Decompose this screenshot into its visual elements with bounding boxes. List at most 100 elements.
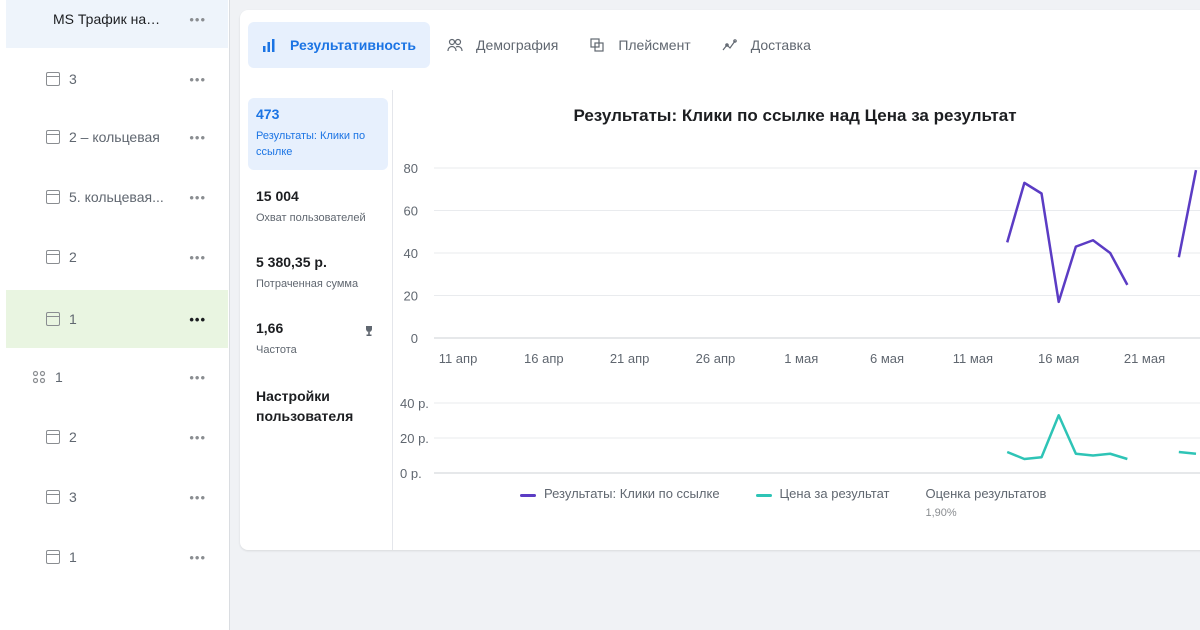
metric-name: Потраченная сумма [256,278,359,290]
y-tick-label: 60 [404,204,418,219]
sidebar-item-label: 2 [69,429,77,445]
people-icon [446,37,464,53]
sidebar: MS Трафик на к... ••• 3 ••• 2 – кольцевая •… [0,0,230,630]
ad-icon [46,312,60,326]
y-tick-label: 0 р. [400,466,422,480]
sidebar-ad[interactable]: 1 ••• [6,290,228,348]
more-icon[interactable]: ••• [189,430,206,445]
more-icon[interactable]: ••• [189,550,206,565]
ad-icon [46,490,60,504]
series-line-cost [1178,450,1197,455]
ad-icon [46,72,60,86]
x-tick-label: 11 мая [953,351,993,366]
metric-value: 473 [256,106,280,122]
series-line-results [1006,181,1129,304]
more-icon[interactable]: ••• [189,190,206,205]
series-line-results [1177,169,1198,258]
ad-icon [46,550,60,564]
y-tick-label: 20 [404,289,418,304]
more-icon[interactable]: ••• [189,72,206,87]
x-tick-label: 21 апр [610,351,650,366]
metric-value: 15 004 [256,188,299,204]
adset-icon [32,370,46,384]
more-icon[interactable]: ••• [189,130,206,145]
ad-icon [46,190,60,204]
bar-chart-icon [260,37,278,53]
ad-icon [46,430,60,444]
more-icon[interactable]: ••• [189,312,206,327]
x-tick-label: 1 мая [784,351,818,366]
tab-delivery[interactable]: Доставка [709,22,825,68]
legend-label: Результаты: Клики по ссылке [544,486,720,501]
metric-value: 5 380,35 р. [256,254,327,270]
sidebar-ad[interactable]: 3 ••• [6,468,228,526]
y-tick-label: 0 [411,331,418,346]
sidebar-item-label: 1 [69,549,77,565]
trophy-icon [364,324,374,342]
x-tick-label: 26 апр [696,351,736,366]
insights-panel: Результативность Демография Плейсмент До… [240,10,1200,550]
ad-icon [46,130,60,144]
sidebar-item-label: 2 [69,249,77,265]
tab-placement[interactable]: Плейсмент [576,22,704,68]
legend-item-cost[interactable]: Цена за результат [755,486,890,519]
chart-title: Результаты: Клики по ссылке над Цена за … [573,106,1017,125]
y-tick-label: 40 [404,246,418,261]
sidebar-campaign[interactable]: MS Трафик на к... ••• [6,0,228,48]
legend-label: Цена за результат [779,486,890,501]
tab-demography[interactable]: Демография [434,22,572,68]
tab-performance[interactable]: Результативность [248,22,431,68]
metric-name: Охват пользователей [256,212,366,224]
legend-swatch [520,494,536,497]
placement-icon [588,37,606,53]
sidebar-item-label: 2 – кольцевая [69,129,160,145]
more-icon[interactable]: ••• [189,250,206,265]
metric-value: 1,66 [256,320,284,336]
sidebar-ad[interactable]: 2 ••• [6,408,228,466]
metric-frequency[interactable]: 1,66 Частота [248,312,388,368]
sidebar-ad[interactable]: 2 ••• [6,228,228,286]
sidebar-item-label: 1 [69,311,77,327]
tab-performance-label: Результативность [290,37,417,53]
more-icon[interactable]: ••• [189,490,206,505]
sidebar-item-label: 1 [55,369,63,385]
x-tick-label: 16 мая [1038,351,1079,366]
tab-placement-label: Плейсмент [618,37,691,53]
more-icon[interactable]: ••• [189,12,206,27]
more-icon[interactable]: ••• [189,370,206,385]
legend-label: Оценка результатов [925,486,1047,501]
ad-icon [46,250,60,264]
legend-item-results[interactable]: Результаты: Клики по ссылке [520,486,720,519]
delivery-icon [721,37,739,53]
y-tick-label: 20 р. [400,431,429,446]
sidebar-ad[interactable]: 1 ••• [6,528,228,586]
metric-name: Результаты: Клики по ссылке [256,130,366,158]
user-settings-link[interactable]: Настройки пользователя [248,378,388,434]
campaign-label: MS Трафик на к... [53,11,163,27]
metric-spend[interactable]: 5 380,35 р. Потраченная сумма [248,246,388,302]
sidebar-item-label: 5. кольцевая... [69,189,164,205]
x-tick-label: 6 мая [870,351,904,366]
chart-area: 0 20 40 60 80 11 апр 16 апр 21 апр 26 апр 1 мая 6 … [400,161,1200,480]
series-line-cost [1006,414,1128,461]
metrics-list: 473 Результаты: Клики по ссылке 15 004 О… [248,98,388,434]
metric-results[interactable]: 473 Результаты: Клики по ссылке [248,98,388,170]
y-tick-label: 40 р. [400,396,429,411]
x-tick-label: 21 мая [1124,351,1165,366]
y-tick-label: 80 [404,161,418,176]
sidebar-ad[interactable]: 5. кольцевая... ••• [6,168,228,226]
legend-sub-value: 1,90% [925,507,957,519]
chart-legend: Результаты: Клики по ссылке Цена за резу… [520,486,1046,519]
campaign-grid-icon [30,12,44,26]
sidebar-ad[interactable]: 2 – кольцевая ••• [6,108,228,166]
sidebar-adset[interactable]: 1 ••• [6,348,228,406]
metric-reach[interactable]: 15 004 Охват пользователей [248,180,388,236]
tab-demography-label: Демография [476,37,559,53]
legend-item-estimate[interactable]: Оценка результатов 1,90% [925,486,1046,519]
sidebar-item-label: 3 [69,71,77,87]
metric-name: Частота [256,344,297,356]
sidebar-ad[interactable]: 3 ••• [6,50,228,108]
tab-delivery-label: Доставка [750,37,811,53]
x-tick-label: 11 апр [439,351,478,366]
sidebar-item-label: 3 [69,489,77,505]
